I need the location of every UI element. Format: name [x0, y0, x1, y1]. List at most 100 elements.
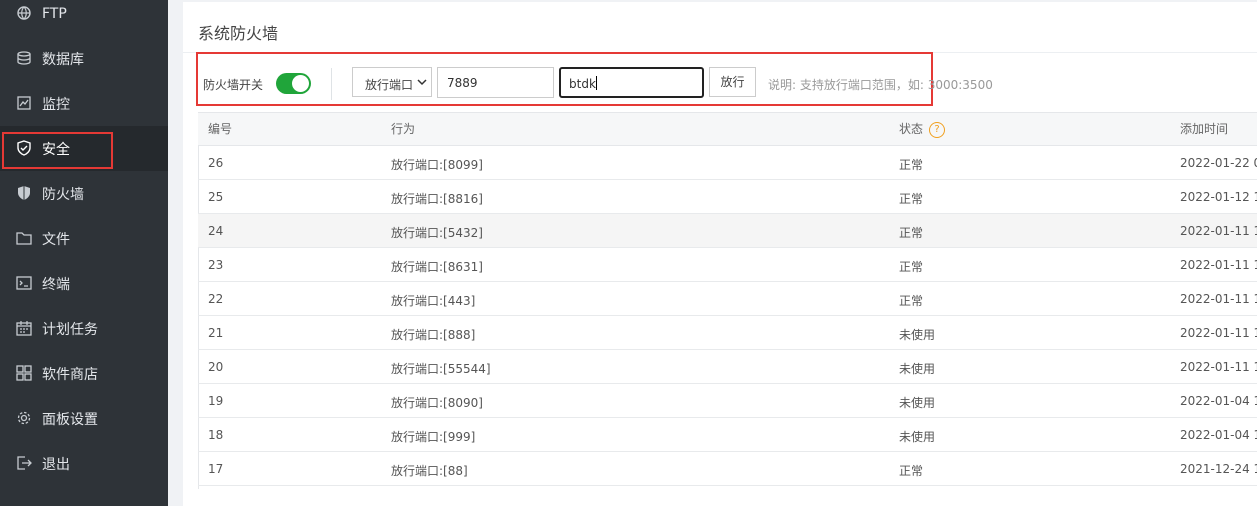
- cell-action: 放行端口:[8099]: [391, 158, 483, 172]
- sidebar-item-files[interactable]: 文件: [0, 216, 168, 261]
- sidebar-item-label: 退出: [42, 456, 70, 473]
- cell-action: 放行端口:[8631]: [391, 260, 483, 274]
- rule-type-select[interactable]: 放行端口: [352, 67, 432, 97]
- cell-id: 21: [208, 326, 224, 340]
- cell-action: 放行端口:[8816]: [391, 192, 483, 206]
- cell-status: 正常: [899, 464, 924, 478]
- table-row[interactable]: 18 放行端口:[999] 未使用 2022-01-04 1: [198, 418, 1257, 452]
- table-row[interactable]: 19 放行端口:[8090] 未使用 2022-01-04 1: [198, 384, 1257, 418]
- logout-icon: [17, 456, 32, 470]
- cell-status: 正常: [899, 294, 924, 308]
- sidebar-item-label: 文件: [42, 231, 70, 248]
- cell-id: 19: [208, 394, 224, 408]
- chevron-down-icon: [417, 79, 427, 86]
- sidebar-item-label: 软件商店: [42, 366, 98, 383]
- cell-status: 未使用: [899, 328, 936, 342]
- table-row[interactable]: 25 放行端口:[8816] 正常 2022-01-12 1: [198, 180, 1257, 214]
- sidebar-item-settings[interactable]: 面板设置: [0, 396, 168, 441]
- cell-status: 正常: [899, 158, 924, 172]
- cell-time: 2022-01-11 1: [1180, 224, 1257, 238]
- column-header-id: 编号: [208, 122, 233, 136]
- firewall-switch-label: 防火墙开关: [203, 78, 264, 92]
- firewall-toggle[interactable]: [276, 73, 311, 94]
- cell-action: 放行端口:[999]: [391, 430, 476, 444]
- cell-time: 2022-01-12 1: [1180, 190, 1257, 204]
- sidebar-item-firewall[interactable]: 防火墙: [0, 171, 168, 216]
- sidebar-item-label: 终端: [42, 276, 70, 293]
- rule-type-value: 放行端口: [365, 78, 414, 92]
- sidebar-item-label: 面板设置: [42, 411, 98, 428]
- sidebar-item-ftp[interactable]: FTP: [0, 0, 168, 36]
- table-row[interactable]: 22 放行端口:[443] 正常 2022-01-11 1: [198, 282, 1257, 316]
- cell-time: 2022-01-11 1: [1180, 360, 1257, 374]
- cell-id: 22: [208, 292, 224, 306]
- cell-status: 未使用: [899, 396, 936, 410]
- sidebar-item-label: 计划任务: [42, 321, 98, 338]
- firewall-shield-icon: [18, 186, 30, 200]
- monitor-icon: [17, 96, 31, 110]
- cell-id: 18: [208, 428, 224, 442]
- column-header-status: 状态?: [899, 112, 946, 146]
- cell-time: 2022-01-04 1: [1180, 428, 1257, 442]
- ftp-icon: [17, 6, 31, 20]
- cell-action: 放行端口:[5432]: [391, 226, 483, 240]
- sidebar-item-database[interactable]: 数据库: [0, 36, 168, 81]
- cell-action: 放行端口:[443]: [391, 294, 476, 308]
- table-row[interactable]: 23 放行端口:[8631] 正常 2022-01-11 1: [198, 248, 1257, 282]
- cell-time: 2022-01-11 1: [1180, 326, 1257, 340]
- cell-id: 24: [208, 224, 224, 238]
- cell-action: 放行端口:[888]: [391, 328, 476, 342]
- cell-action: 放行端口:[55544]: [391, 362, 491, 376]
- grid-icon: [16, 365, 32, 381]
- cell-status: 正常: [899, 260, 924, 274]
- column-header-time: 添加时间: [1180, 122, 1229, 136]
- table-row[interactable]: 20 放行端口:[55544] 未使用 2022-01-11 1: [198, 350, 1257, 384]
- table-row[interactable]: 26 放行端口:[8099] 正常 2022-01-22 0: [198, 146, 1257, 180]
- highlight-box-security: [2, 132, 113, 169]
- note-input[interactable]: btdk: [559, 67, 704, 98]
- sidebar-item-cron[interactable]: 计划任务: [0, 306, 168, 351]
- calendar-icon: [16, 321, 32, 336]
- cell-status: 正常: [899, 226, 924, 240]
- cell-time: 2022-01-11 1: [1180, 292, 1257, 306]
- cell-time: 2022-01-22 0: [1180, 156, 1257, 170]
- sidebar-item-label: FTP: [42, 5, 67, 22]
- column-header-status-label: 状态: [899, 122, 924, 136]
- table-row[interactable]: 24 放行端口:[5432] 正常 2022-01-11 1: [198, 214, 1257, 248]
- cell-id: 20: [208, 360, 224, 374]
- sidebar-item-terminal[interactable]: 终端: [0, 261, 168, 306]
- sidebar-item-store[interactable]: 软件商店: [0, 351, 168, 396]
- allow-button[interactable]: 放行: [709, 67, 756, 97]
- cell-id: 25: [208, 190, 224, 204]
- column-header-action: 行为: [391, 122, 416, 136]
- sidebar-item-monitor[interactable]: 监控: [0, 81, 168, 126]
- sidebar-item-label: 数据库: [42, 51, 84, 68]
- table-row[interactable]: 17 放行端口:[88] 正常 2021-12-24 1: [198, 452, 1257, 486]
- sidebar-item-label: 防火墙: [42, 186, 84, 203]
- database-icon: [17, 51, 31, 65]
- folder-icon: [16, 232, 32, 245]
- gear-icon: [17, 411, 31, 425]
- cell-status: 正常: [899, 192, 924, 206]
- cell-id: 17: [208, 462, 224, 476]
- cell-time: 2022-01-04 1: [1180, 394, 1257, 408]
- port-input[interactable]: 7889: [437, 67, 554, 98]
- cell-time: 2021-12-24 1: [1180, 462, 1257, 476]
- cell-id: 26: [208, 156, 224, 170]
- help-icon[interactable]: ?: [929, 121, 946, 138]
- toggle-knob: [292, 75, 309, 92]
- table-header: [198, 112, 1257, 146]
- cell-status: 未使用: [899, 362, 936, 376]
- sidebar-item-logout[interactable]: 退出: [0, 441, 168, 486]
- sidebar-item-label: 监控: [42, 96, 70, 113]
- terminal-icon: [16, 276, 32, 290]
- divider: [331, 68, 332, 100]
- hint-text: 说明: 支持放行端口范围，如: 3000:3500: [768, 78, 993, 92]
- cell-id: 23: [208, 258, 224, 272]
- sidebar: FTP 数据库 监控 安全 防火墙 文件 终端 计划任务 软件商店 面板设置 退…: [0, 0, 168, 506]
- note-input-value: btdk: [569, 77, 596, 91]
- cell-status: 未使用: [899, 430, 936, 444]
- note-input-text: btdk: [569, 76, 597, 91]
- table-row[interactable]: 21 放行端口:[888] 未使用 2022-01-11 1: [198, 316, 1257, 350]
- text-caret: [595, 76, 597, 90]
